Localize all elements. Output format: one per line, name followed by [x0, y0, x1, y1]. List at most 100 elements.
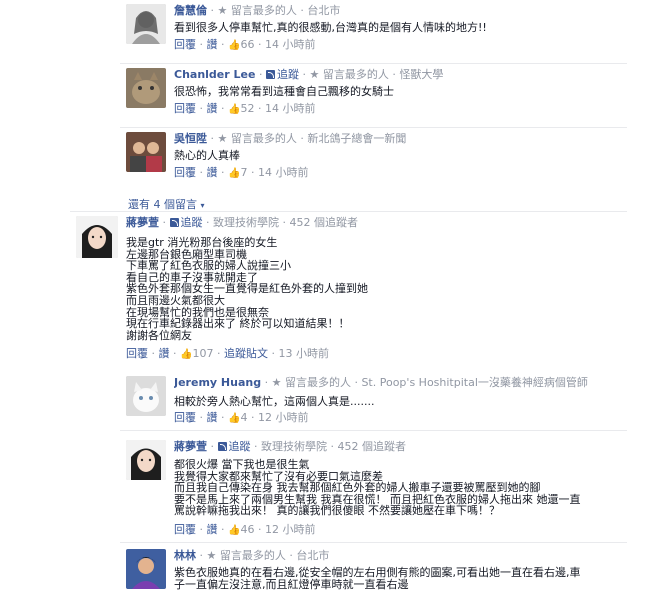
comment-actions: 回覆 · 讚 · 👍66 · 14 小時前 — [174, 38, 316, 51]
follow-post-link[interactable]: 追蹤貼文 — [224, 347, 268, 360]
comment-text: 我是gtr 消光粉那台後座的女生 左邊那台銀色廂型車司機 下車罵了紅色衣服的婦人… — [126, 236, 368, 342]
comment-text: 都很火爆 當下我也是很生氣 我覺得大家都來幫忙了沒有必要口氣這麼差 而且我自己傳… — [174, 458, 581, 518]
like-link[interactable]: 讚 — [207, 38, 218, 51]
reply-comment-3: 吳恒陞 · ★ 留言最多的人 · 新北鴿子總會一新聞 熱心的人真棒 回覆 · 讚… — [126, 132, 626, 190]
thumbs-up-icon: 👍 — [228, 524, 241, 536]
commenter-name[interactable]: 蔣夢萱 — [174, 440, 207, 453]
reply-link[interactable]: 回覆 — [174, 411, 196, 424]
separator: · — [258, 68, 266, 81]
avatar[interactable] — [126, 132, 166, 172]
comment-actions: 回覆 · 讚 · 👍7 · 14 小時前 — [174, 166, 309, 179]
reply-comment-6: 林林 · ★ 留言最多的人 · 台北市 紫色衣服她真的在看右邊,從安全帽的左右用… — [126, 549, 626, 600]
divider — [120, 127, 627, 128]
commenter-meta: 留言最多的人 · 台北市 — [230, 4, 341, 17]
separator: · — [162, 216, 170, 229]
rss-icon — [169, 218, 179, 227]
separator: · — [264, 376, 272, 389]
more-replies-label: 還有 4 個留言 — [128, 198, 197, 211]
avatar[interactable] — [126, 549, 166, 589]
commenter-meta: 留言最多的人 · 新北鴿子總會一新聞 — [230, 132, 407, 145]
like-link[interactable]: 讚 — [159, 347, 170, 360]
commenter-name[interactable]: 詹慧倫 — [174, 4, 207, 17]
like-count: 7 — [240, 166, 248, 179]
divider — [70, 211, 627, 212]
like-count: 107 — [192, 347, 214, 361]
follow-link[interactable]: 追蹤 — [181, 216, 203, 229]
commenter-name[interactable]: 吳恒陞 — [174, 132, 207, 145]
avatar[interactable] — [126, 68, 166, 108]
like-link[interactable]: 讚 — [207, 166, 218, 179]
divider — [120, 430, 627, 431]
star-icon: ★ — [271, 376, 282, 389]
comment-actions: 回覆 · 讚 · 👍52 · 14 小時前 — [174, 102, 316, 115]
star-icon: ★ — [217, 4, 228, 17]
avatar[interactable] — [76, 216, 118, 258]
comment-text: 看到很多人停車幫忙,真的很感動,台灣真的是個有人情味的地方!! — [174, 21, 487, 34]
rss-icon — [265, 70, 275, 79]
like-count: 52 — [240, 102, 255, 115]
rss-icon — [217, 442, 227, 451]
separator: · — [254, 440, 261, 453]
like-count: 66 — [240, 38, 255, 51]
divider — [120, 542, 627, 543]
avatar[interactable] — [126, 440, 166, 480]
reply-comment-5: 蔣夢萱 · 追蹤 · 致理技術學院 · 452 個追蹤者 都很火爆 當下我也是很… — [126, 440, 626, 540]
commenter-name[interactable]: Chanlder Lee — [174, 68, 255, 81]
main-comment: 蔣夢萱 · 追蹤 · 致理技術學院 · 452 個追蹤者 我是gtr 消光粉那台… — [76, 216, 626, 362]
star-icon: ★ — [217, 132, 228, 145]
commenter-name[interactable]: 林林 — [174, 549, 196, 562]
reply-link[interactable]: 回覆 — [126, 347, 148, 360]
reply-link[interactable]: 回覆 — [174, 523, 196, 536]
comment-text: 很恐怖，我常常看到這種會自己飄移的女騎士 — [174, 85, 394, 98]
star-icon: ★ — [309, 68, 320, 81]
commenter-name[interactable]: 蔣夢萱 — [126, 216, 159, 229]
comment-time[interactable]: 12 小時前 — [265, 523, 316, 536]
comment-actions: 回覆 · 讚 · 👍4 · 12 小時前 — [174, 411, 309, 424]
commenter-meta: 致理技術學院 · 452 個追蹤者 — [213, 216, 358, 229]
follow-link[interactable]: 追蹤 — [277, 68, 299, 81]
chevron-down-icon: ▾ — [200, 201, 205, 210]
star-icon: ★ — [206, 549, 217, 562]
reply-comment-1: 詹慧倫 · ★ 留言最多的人 · 台北市 看到很多人停車幫忙,真的很感動,台灣真… — [126, 4, 626, 62]
thumbs-up-icon: 👍 — [228, 168, 241, 179]
commenter-name[interactable]: Jeremy Huang — [174, 376, 261, 389]
follow-link[interactable]: 追蹤 — [229, 440, 251, 453]
separator: · — [206, 216, 213, 229]
like-link[interactable]: 讚 — [207, 411, 218, 424]
thumbs-up-icon: 👍 — [228, 413, 241, 424]
comment-text: 相較於旁人熱心幫忙，這兩個人真是....... — [174, 395, 375, 408]
avatar[interactable] — [126, 376, 166, 416]
comment-text: 紫色衣服她真的在看右邊,從安全帽的左右用側有熊的圖案,可看出她一直在看右邊,車 … — [174, 566, 581, 591]
comment-actions: 回覆 · 讚 · 👍107 · 追蹤貼文 · 13 小時前 — [126, 347, 329, 361]
more-replies-link[interactable]: 還有 4 個留言 ▾ — [128, 196, 205, 212]
thumbs-up-icon: 👍 — [180, 349, 193, 361]
separator: · — [199, 549, 207, 562]
comment-time[interactable]: 14 小時前 — [258, 166, 309, 179]
like-link[interactable]: 讚 — [207, 102, 218, 115]
separator: · — [210, 4, 218, 17]
like-link[interactable]: 讚 — [207, 523, 218, 536]
separator: · — [210, 440, 218, 453]
like-count: 46 — [240, 522, 255, 536]
comment-actions: 回覆 · 讚 · 👍46 · 12 小時前 — [174, 522, 316, 536]
commenter-meta: 留言最多的人 · 怪獸大學 — [322, 68, 444, 81]
thumbs-up-icon: 👍 — [228, 40, 241, 51]
reply-link[interactable]: 回覆 — [174, 102, 196, 115]
commenter-meta: 留言最多的人 · St. Poop's Hoshitpital一沒藥養神經病個管… — [284, 376, 588, 389]
comment-time[interactable]: 14 小時前 — [265, 102, 316, 115]
reply-comment-4: Jeremy Huang · ★ 留言最多的人 · St. Poop's Hos… — [126, 376, 626, 428]
reply-link[interactable]: 回覆 — [174, 166, 196, 179]
comment-time[interactable]: 14 小時前 — [265, 38, 316, 51]
reply-comment-2: Chanlder Lee · 追蹤 · ★ 留言最多的人 · 怪獸大學 很恐怖，… — [126, 68, 626, 126]
reply-link[interactable]: 回覆 — [174, 38, 196, 51]
commenter-meta: 留言最多的人 · 台北市 — [219, 549, 330, 562]
comment-time[interactable]: 12 小時前 — [258, 411, 309, 424]
avatar[interactable] — [126, 4, 166, 44]
comment-text: 熱心的人真棒 — [174, 149, 240, 162]
like-count: 4 — [240, 411, 248, 424]
divider — [120, 63, 627, 64]
comment-time[interactable]: 13 小時前 — [278, 347, 329, 360]
commenter-meta: 致理技術學院 · 452 個追蹤者 — [261, 440, 406, 453]
thumbs-up-icon: 👍 — [228, 104, 241, 115]
separator: · — [210, 132, 218, 145]
